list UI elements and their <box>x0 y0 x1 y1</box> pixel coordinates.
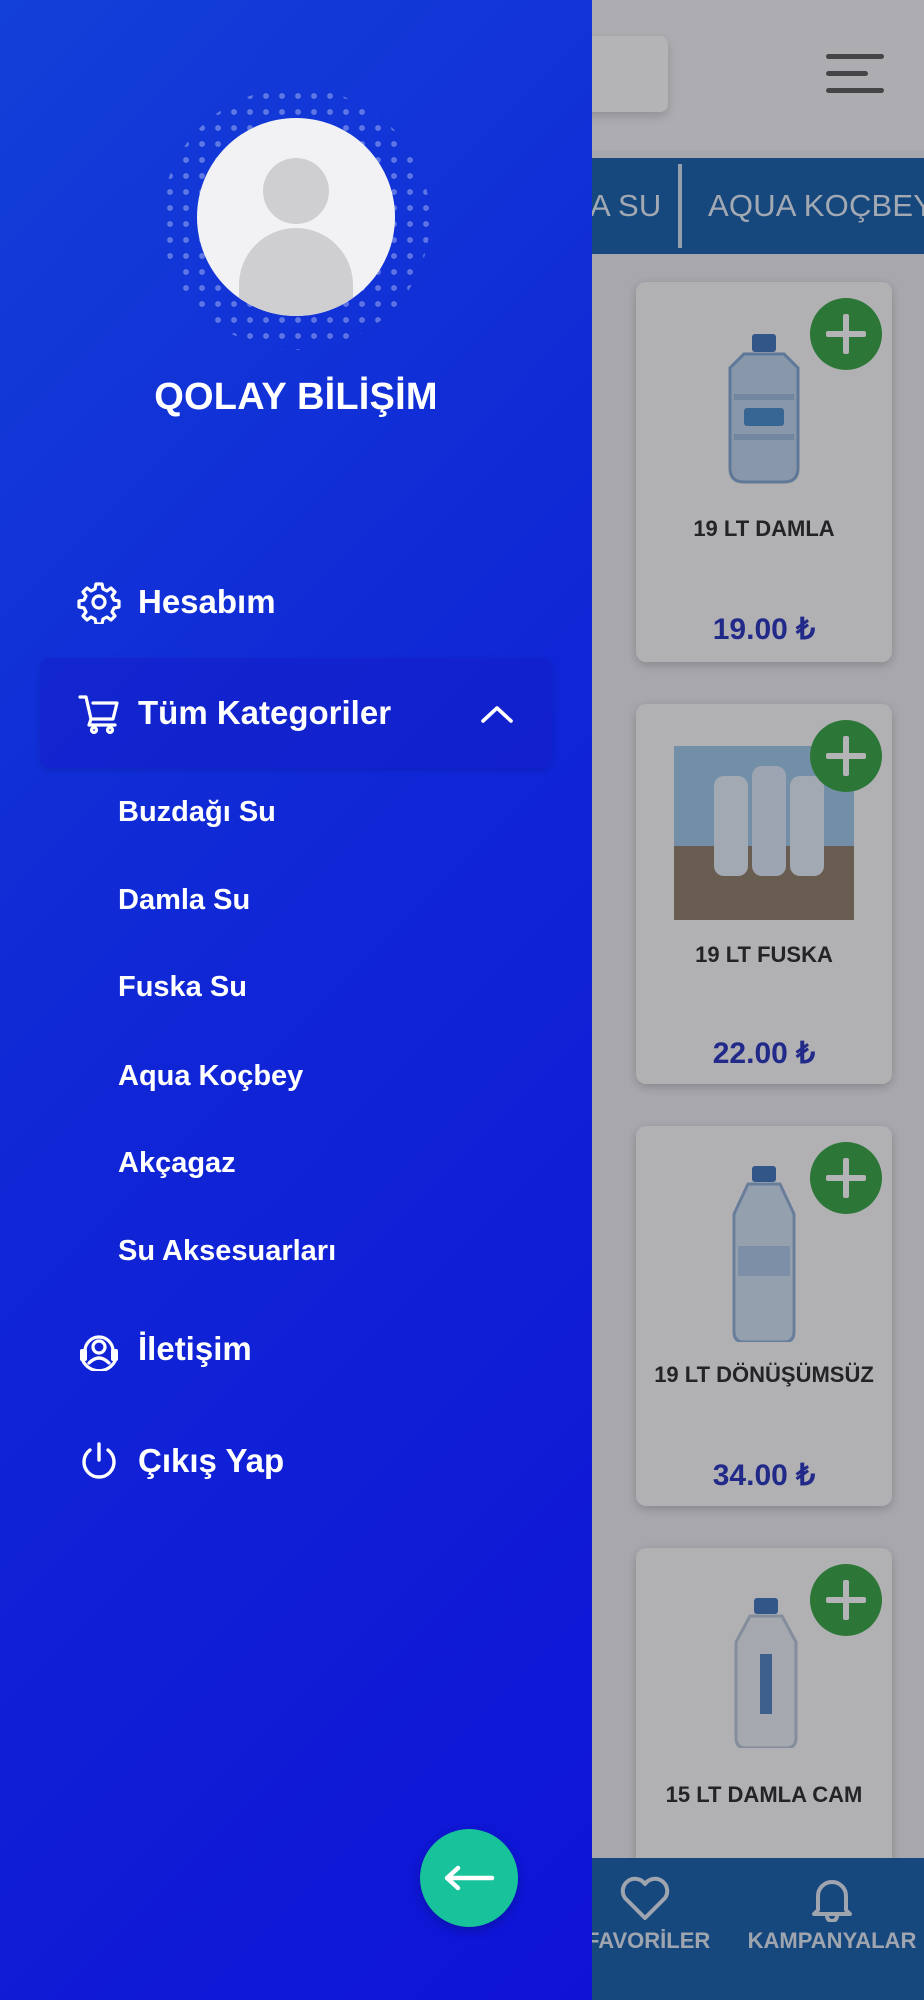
arrow-left-icon <box>444 1865 495 1891</box>
avatar[interactable] <box>197 118 395 316</box>
subcategory-item[interactable]: Fuska Su <box>118 971 247 1004</box>
navigation-drawer: QOLAY BİLİŞİM Hesabım Tüm Kategoriler Bu… <box>0 0 592 2000</box>
menu-item-logout[interactable]: Çıkış Yap <box>76 1431 284 1491</box>
chevron-up-icon[interactable] <box>480 703 514 725</box>
subcategory-item[interactable]: Damla Su <box>118 884 250 917</box>
user-name: QOLAY BİLİŞİM <box>154 376 438 418</box>
menu-item-account-label: Hesabım <box>138 583 276 620</box>
menu-item-all-categories[interactable]: Tüm Kategoriler <box>40 658 552 768</box>
menu-item-contact-label: İletişim <box>138 1330 252 1367</box>
power-icon <box>76 1438 122 1484</box>
menu-item-contact[interactable]: İletişim <box>76 1319 252 1379</box>
gear-icon <box>76 579 122 625</box>
subcategory-item[interactable]: Buzdağı Su <box>118 796 276 829</box>
subcategory-item[interactable]: Akçagaz <box>118 1147 236 1180</box>
support-icon <box>76 1326 122 1372</box>
menu-item-logout-label: Çıkış Yap <box>138 1442 285 1479</box>
cart-icon <box>76 690 122 736</box>
subcategory-item[interactable]: Su Aksesuarları <box>118 1235 336 1268</box>
menu-item-account[interactable]: Hesabım <box>76 572 276 632</box>
close-drawer-button[interactable] <box>420 1829 518 1927</box>
menu-item-categories-label: Tüm Kategoriler <box>138 694 392 731</box>
subcategory-item[interactable]: Aqua Koçbey <box>118 1060 303 1093</box>
menu-item-categories-inner: Tüm Kategoriler <box>76 683 391 743</box>
